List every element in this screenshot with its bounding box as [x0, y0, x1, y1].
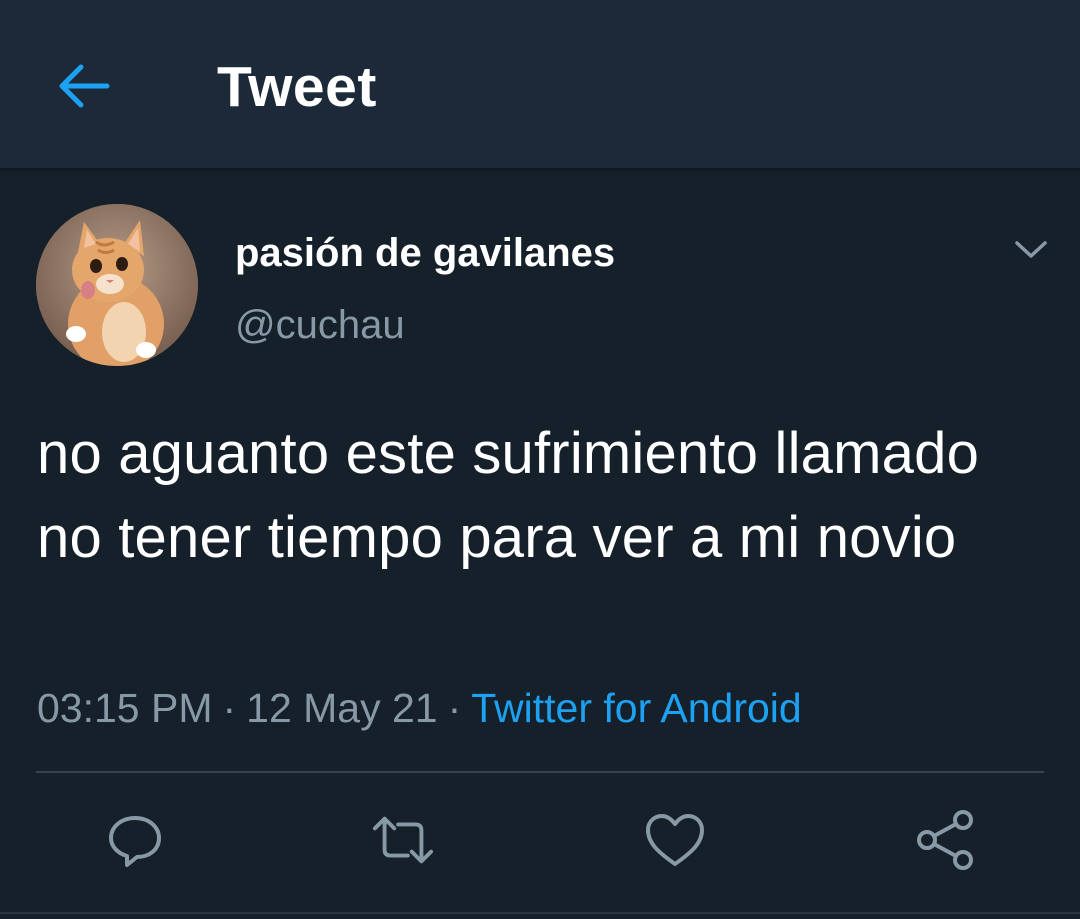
author-handle[interactable]: @cuchau: [235, 300, 405, 350]
avatar[interactable]: [36, 204, 198, 366]
meta-separator: ·: [222, 685, 237, 731]
author-display-name[interactable]: pasión de gavilanes: [235, 228, 615, 278]
meta-separator: ·: [447, 685, 462, 731]
tweet-date: 12 May 21: [246, 685, 438, 731]
retweet-icon: [372, 816, 434, 864]
retweet-button[interactable]: [371, 808, 435, 872]
reply-button[interactable]: [103, 808, 167, 872]
arrow-left-icon: [59, 64, 110, 108]
tweet-source-link[interactable]: Twitter for Android: [471, 685, 801, 731]
heart-icon: [646, 814, 704, 866]
tweet-metadata: 03:15 PM · 12 May 21 · Twitter for Android: [37, 682, 802, 734]
back-button[interactable]: [52, 56, 116, 116]
tweet-text: no aguanto este sufrimiento llamado no t…: [37, 421, 980, 570]
cat-avatar: [36, 204, 198, 366]
bottom-divider: [0, 912, 1080, 914]
divider: [36, 771, 1044, 773]
page-title: Tweet: [217, 55, 377, 119]
like-button[interactable]: [643, 808, 707, 872]
chevron-down-icon: [1015, 241, 1047, 258]
share-icon: [917, 810, 973, 870]
tweet-options-button[interactable]: [1006, 228, 1056, 272]
top-app-bar: Tweet: [0, 0, 1080, 168]
tweet-time: 03:15 PM: [37, 685, 213, 731]
share-button[interactable]: [913, 808, 977, 872]
reply-icon: [109, 816, 161, 867]
